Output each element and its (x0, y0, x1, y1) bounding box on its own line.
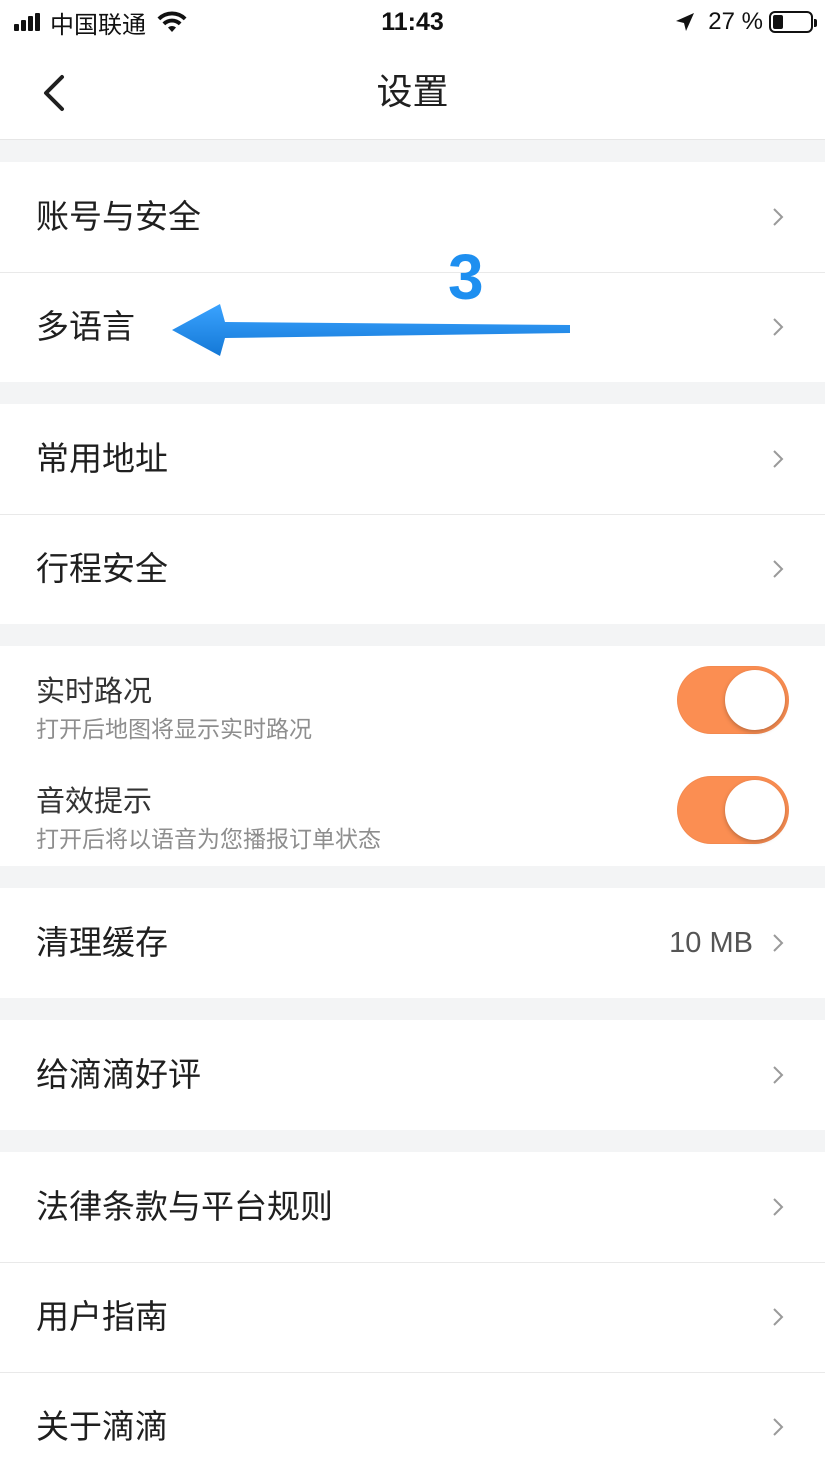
settings-item-common-address[interactable]: 常用地址 (0, 404, 825, 514)
toggle-group: 实时路况 打开后地图将显示实时路况 音效提示 打开后将以语音为您播报订单状态 (0, 646, 825, 866)
settings-item-legal[interactable]: 法律条款与平台规则 (0, 1152, 825, 1262)
settings-item-label: 行程安全 (36, 549, 168, 588)
settings-item-about[interactable]: 关于滴滴 (0, 1372, 825, 1482)
settings-item-language[interactable]: 多语言 (0, 272, 825, 382)
page-title: 设置 (376, 72, 449, 113)
chevron-right-icon (773, 934, 784, 952)
chevron-right-icon (773, 1198, 784, 1216)
settings-item-trip-safety[interactable]: 行程安全 (0, 514, 825, 624)
settings-item-clear-cache[interactable]: 清理缓存 10 MB (0, 888, 825, 998)
battery-fill (773, 15, 783, 29)
settings-item-label: 多语言 (36, 307, 135, 346)
chevron-right-icon (773, 318, 784, 336)
nav-bar: 设置 (0, 46, 825, 140)
traffic-toggle[interactable] (677, 666, 789, 734)
battery-percent: 27 % (708, 8, 763, 35)
settings-item-label: 法律条款与平台规则 (36, 1187, 333, 1226)
status-right: 27 % (674, 6, 817, 38)
chevron-right-icon (773, 450, 784, 468)
settings-item-user-guide[interactable]: 用户指南 (0, 1262, 825, 1372)
battery-icon (769, 11, 817, 33)
address-group: 常用地址 行程安全 (0, 404, 825, 624)
settings-item-account-security[interactable]: 账号与安全 (0, 162, 825, 272)
toggle-knob (725, 670, 785, 730)
settings-item-label: 给滴滴好评 (36, 1055, 201, 1094)
toggle-row-sound: 音效提示 打开后将以语音为您播报订单状态 (0, 756, 825, 866)
chevron-right-icon (773, 1418, 784, 1436)
settings-item-label: 关于滴滴 (36, 1407, 168, 1446)
annotation-step-number: 3 (448, 241, 484, 313)
toggle-title: 实时路况 (36, 674, 153, 708)
toggle-row-traffic: 实时路况 打开后地图将显示实时路况 (0, 646, 825, 756)
about-group: 法律条款与平台规则 用户指南 关于滴滴 (0, 1152, 825, 1482)
settings-item-label: 用户指南 (36, 1297, 168, 1336)
toggle-title: 音效提示 (36, 784, 153, 818)
settings-item-rate-app[interactable]: 给滴滴好评 (0, 1020, 825, 1130)
cache-group: 清理缓存 10 MB (0, 888, 825, 998)
cache-size: 10 MB (669, 927, 753, 959)
settings-item-label: 清理缓存 (36, 923, 168, 962)
status-bar: 中国联通 11:43 27 % (0, 0, 825, 46)
settings-item-label: 账号与安全 (36, 197, 201, 236)
chevron-right-icon (773, 560, 784, 578)
settings-item-label: 常用地址 (36, 439, 168, 478)
chevron-right-icon (773, 1308, 784, 1326)
chevron-right-icon (773, 1066, 784, 1084)
toggle-subtitle: 打开后地图将显示实时路况 (36, 717, 312, 743)
rate-group: 给滴滴好评 (0, 1020, 825, 1130)
location-arrow-icon (676, 13, 695, 31)
toggle-subtitle: 打开后将以语音为您播报订单状态 (36, 827, 381, 853)
toggle-knob (725, 780, 785, 840)
chevron-right-icon (773, 208, 784, 226)
sound-toggle[interactable] (677, 776, 789, 844)
account-group: 账号与安全 多语言 (0, 162, 825, 382)
